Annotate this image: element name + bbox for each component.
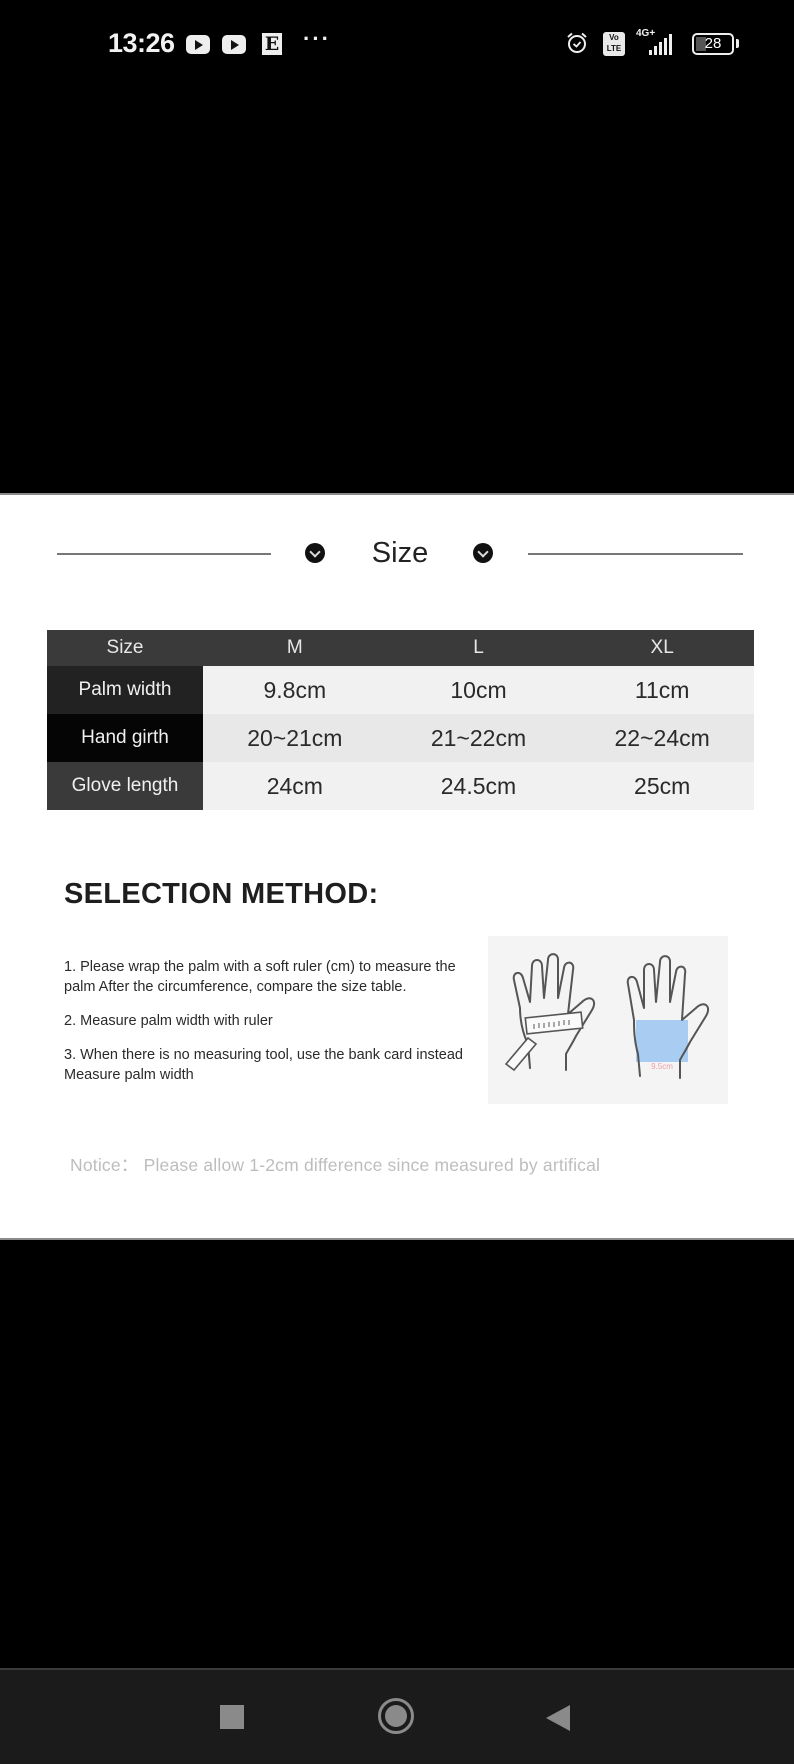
row-label: Glove length: [47, 762, 203, 810]
size-table: Size M L XL Palm width 9.8cm 10cm 11cm H…: [47, 630, 754, 810]
selection-steps: 1. Please wrap the palm with a soft rule…: [64, 957, 484, 1099]
bank-card-icon: [636, 1020, 688, 1062]
size-heading: Size: [0, 533, 794, 573]
notice-text: Notice： Please allow 1-2cm difference si…: [70, 1155, 601, 1175]
table-row: Palm width 9.8cm 10cm 11cm: [47, 666, 754, 714]
selection-step: 3. When there is no measuring tool, use …: [64, 1047, 463, 1083]
alarm-clock-icon: [567, 32, 587, 53]
signal-strength-icon: [649, 34, 672, 55]
selection-step: 2. Measure palm width with ruler: [64, 1013, 273, 1029]
divider-line: [528, 553, 743, 555]
volte-icon: Vo LTE: [603, 32, 625, 56]
ruler-icon: [504, 1011, 584, 1072]
hand-measurement-illustration: 9.5cm: [488, 936, 728, 1104]
table-row: Hand girth 20~21cm 21~22cm 22~24cm: [47, 714, 754, 762]
battery-icon: 28: [692, 33, 734, 55]
row-label: Palm width: [47, 666, 203, 714]
table-cell: 20~21cm: [203, 714, 387, 762]
header-cell: L: [386, 630, 571, 666]
chevron-down-circle-icon: [473, 543, 493, 563]
divider-line: [57, 553, 271, 555]
status-bar: 13:26 E ··· Vo LTE 4G+ 28: [0, 0, 794, 90]
row-label: Hand girth: [47, 714, 203, 762]
table-cell: 24cm: [203, 762, 387, 810]
home-icon[interactable]: [378, 1698, 414, 1734]
header-cell: XL: [570, 630, 754, 666]
header-cell: M: [203, 630, 387, 666]
table-cell: 11cm: [570, 666, 754, 714]
header-cell: Size: [47, 630, 203, 666]
chevron-down-circle-icon: [305, 543, 325, 563]
recent-apps-icon[interactable]: [220, 1705, 244, 1729]
back-icon[interactable]: [546, 1705, 570, 1731]
youtube-icon: [186, 35, 210, 54]
table-row: Glove length 24cm 24.5cm 25cm: [47, 762, 754, 810]
product-detail-image: Size Size M L XL Palm width 9.8cm 10cm 1…: [0, 493, 794, 1240]
table-cell: 9.8cm: [203, 666, 387, 714]
youtube-icon: [222, 35, 246, 54]
table-cell: 10cm: [386, 666, 571, 714]
navigation-bar: [0, 1668, 794, 1764]
selection-step: 1. Please wrap the palm with a soft rule…: [64, 959, 456, 995]
card-width-label: 9.5cm: [651, 1062, 673, 1071]
size-title: Size: [371, 537, 429, 569]
table-cell: 22~24cm: [570, 714, 754, 762]
status-time: 13:26: [108, 28, 175, 58]
table-cell: 21~22cm: [386, 714, 571, 762]
selection-method-title: SELECTION METHOD:: [64, 878, 379, 910]
table-cell: 25cm: [570, 762, 754, 810]
table-header-row: Size M L XL: [47, 630, 754, 666]
battery-cap: [736, 39, 739, 48]
battery-level: 28: [704, 35, 722, 52]
hand-illustration-svg: 9.5cm: [504, 953, 710, 1079]
table-cell: 24.5cm: [386, 762, 571, 810]
e-app-icon: E: [262, 33, 282, 55]
more-notifications-icon: ···: [303, 26, 331, 51]
